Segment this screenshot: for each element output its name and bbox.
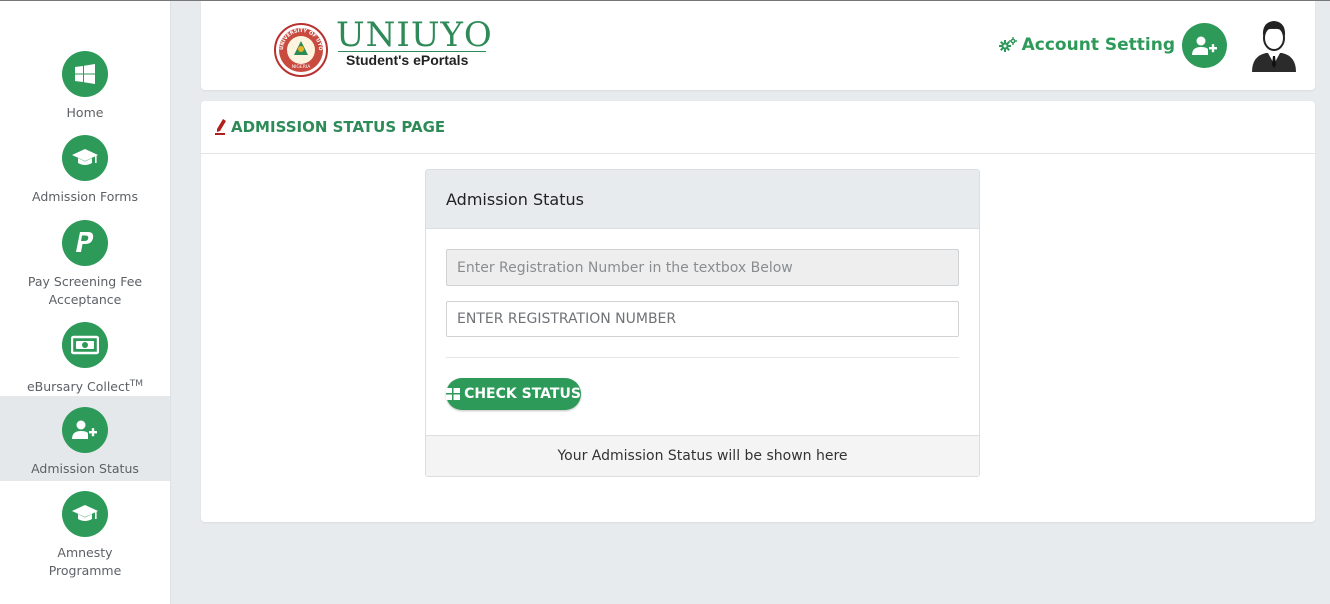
paypal-icon — [62, 220, 108, 266]
sidebar-item-label: Amnesty Programme — [49, 544, 122, 580]
trademark-mark: TM — [129, 379, 144, 389]
sidebar-item-ebursary-collect[interactable]: eBursary CollectTM — [0, 322, 170, 396]
sidebar-item-label: Admission Forms — [32, 189, 138, 204]
page-title: ADMISSION STATUS PAGE — [215, 118, 445, 136]
sidebar-item-label: Admission Status — [31, 461, 139, 476]
title-divider — [201, 153, 1315, 154]
user-plus-icon — [1191, 36, 1217, 55]
avatar[interactable] — [1250, 18, 1298, 72]
check-status-label: CHECK STATUS — [464, 386, 581, 402]
sidebar-item-label-line1: Amnesty — [57, 545, 113, 560]
sidebar-item-label: Home — [66, 105, 104, 120]
panel-divider — [446, 357, 959, 358]
add-user-button[interactable] — [1182, 23, 1227, 68]
header: UNIVERSITY OF UYO NIGERIA UNIUYO Student… — [201, 1, 1315, 90]
brand-name: UNIUYO — [336, 15, 493, 55]
sidebar-item-label-line2: Acceptance — [48, 292, 122, 307]
pencil-icon — [215, 119, 226, 135]
account-setting-link[interactable]: Account Setting — [998, 35, 1175, 55]
user-plus-icon — [62, 407, 108, 453]
sidebar-item-admission-forms[interactable]: Admission Forms — [0, 135, 170, 206]
sidebar-item-label: eBursary CollectTM — [27, 375, 143, 396]
cogs-icon — [998, 37, 1017, 52]
registration-number-input[interactable] — [446, 301, 959, 337]
sidebar: Home Admission Forms Pay Screening Fee A… — [0, 1, 171, 604]
page-title-text: ADMISSION STATUS PAGE — [231, 118, 446, 136]
sidebar-item-amnesty-programme[interactable]: Amnesty Programme — [0, 491, 170, 580]
sidebar-item-pay-screening-fee[interactable]: Pay Screening Fee Acceptance — [0, 220, 170, 309]
graduation-cap-icon — [62, 491, 108, 537]
admission-status-panel: Admission Status Enter Registration Numb… — [425, 169, 980, 477]
panel-heading: Admission Status — [426, 170, 979, 229]
sidebar-item-label-line2: Programme — [48, 563, 122, 578]
account-setting-label: Account Setting — [1021, 35, 1175, 55]
sidebar-item-admission-status[interactable]: Admission Status — [0, 396, 170, 481]
university-seal-logo: UNIVERSITY OF UYO NIGERIA — [274, 23, 328, 77]
status-result-footer: Your Admission Status will be shown here — [426, 435, 979, 476]
seal-bottom-text: NIGERIA — [292, 64, 311, 70]
graduation-cap-icon — [62, 135, 108, 181]
sidebar-item-label-text: eBursary Collect — [26, 379, 130, 395]
sidebar-item-label-line1: Pay Screening Fee — [27, 274, 143, 289]
money-bill-icon — [62, 322, 108, 368]
registration-instruction: Enter Registration Number in the textbox… — [446, 249, 959, 286]
brand-subtitle: Student's ePortals — [346, 52, 469, 68]
sidebar-item-label: Pay Screening Fee Acceptance — [28, 273, 142, 309]
sidebar-item-home[interactable]: Home — [0, 51, 170, 122]
windows-icon — [62, 51, 108, 97]
grid-icon — [446, 388, 461, 400]
main-content: ADMISSION STATUS PAGE Admission Status E… — [201, 101, 1315, 522]
check-status-button[interactable]: CHECK STATUS — [446, 378, 581, 410]
